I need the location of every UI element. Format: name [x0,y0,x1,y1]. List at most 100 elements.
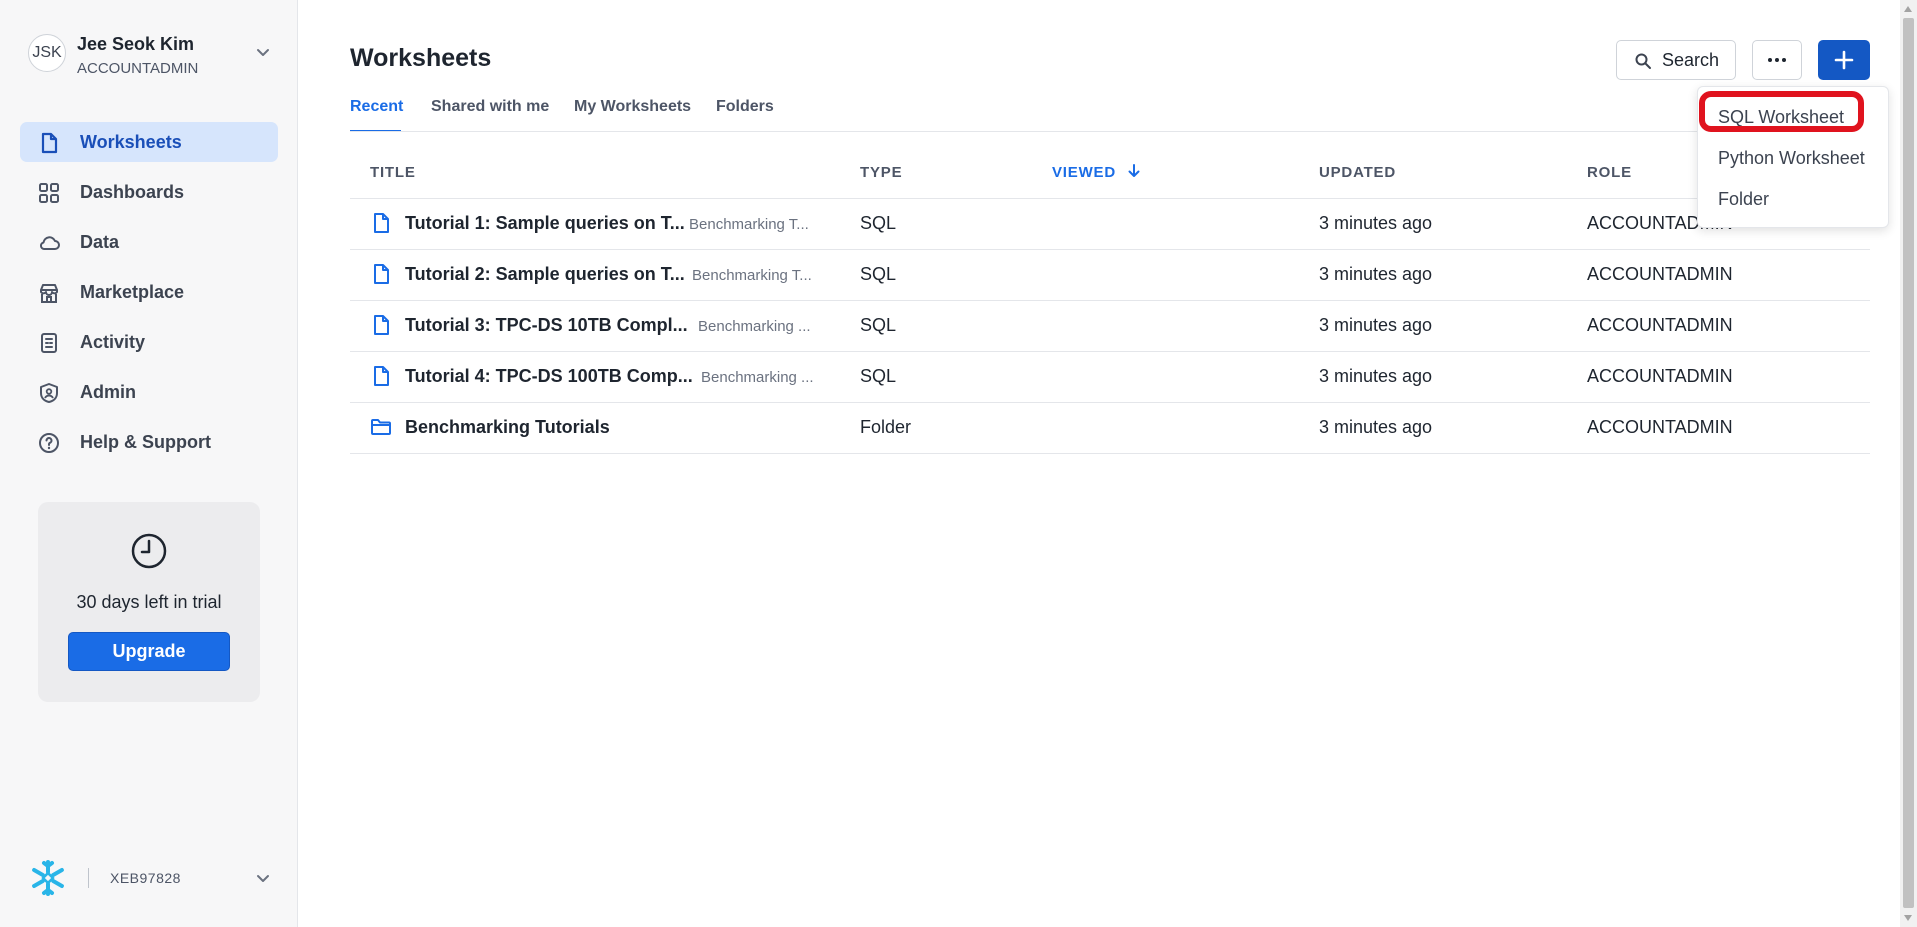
column-type[interactable]: TYPE [860,164,902,181]
row-title: Tutorial 1: Sample queries on T... [405,213,685,233]
sidebar-item-label: Activity [80,332,146,352]
divider [88,868,89,888]
sidebar-nav: Worksheets Dashboards Data Marketplace A… [20,122,278,472]
sidebar-item-marketplace[interactable]: Marketplace [20,272,278,312]
account-switcher[interactable]: XEB97828 [28,856,273,900]
sidebar-item-label: Help & Support [80,432,211,452]
row-role: ACCOUNTADMIN [1587,417,1733,437]
help-icon [39,433,59,453]
chevron-down-icon[interactable] [253,42,273,62]
row-role: ACCOUNTADMIN [1587,264,1733,284]
row-updated: 3 minutes ago [1319,417,1433,437]
row-role: ACCOUNTADMIN [1587,315,1733,335]
divider [350,131,1870,132]
search-icon [1635,53,1651,69]
row-type: SQL [860,264,897,284]
sidebar-item-help[interactable]: Help & Support [20,422,278,462]
account-id: XEB97828 [110,870,181,886]
row-folder: Benchmarking T... [692,267,812,284]
sidebar-item-dashboards[interactable]: Dashboards [20,172,278,212]
sidebar-item-label: Marketplace [80,282,185,302]
table-row[interactable]: Tutorial 3: TPC-DS 10TB Compl... Benchma… [350,301,1870,352]
column-role[interactable]: ROLE [1587,164,1632,181]
worksheets-table: TITLE TYPE VIEWED UPDATED ROLE Tutorial … [350,152,1870,454]
folder-icon [371,419,391,435]
row-folder: Benchmarking T... [689,216,809,233]
dashboards-icon [39,183,59,203]
row-updated: 3 minutes ago [1319,264,1433,284]
chevron-down-icon[interactable] [253,868,273,888]
column-updated[interactable]: UPDATED [1319,164,1396,181]
arrow-down-icon [1128,164,1140,177]
sidebar-item-worksheets[interactable]: Worksheets [20,122,278,162]
row-folder: Benchmarking ... [698,318,811,335]
menu-item-folder[interactable]: Folder [1718,189,1769,210]
activity-icon [41,333,57,353]
snowflake-logo-icon [32,860,64,896]
trial-card: 30 days left in trial Upgrade [38,502,260,702]
create-menu: SQL Worksheet Python Worksheet Folder [1697,86,1889,228]
shield-icon [40,383,58,403]
menu-item-python-worksheet[interactable]: Python Worksheet [1718,148,1865,169]
row-folder: Benchmarking ... [701,369,814,386]
user-role: ACCOUNTADMIN [77,60,199,77]
table-header: TITLE TYPE VIEWED UPDATED ROLE [350,152,1870,199]
clock-icon [131,533,167,569]
row-type: SQL [860,213,897,233]
row-updated: 3 minutes ago [1319,315,1433,335]
row-updated: 3 minutes ago [1319,213,1433,233]
sidebar-item-admin[interactable]: Admin [20,372,278,412]
page-title: Worksheets [350,44,492,72]
more-options-button[interactable] [1752,40,1802,80]
create-button[interactable] [1818,40,1870,80]
column-title[interactable]: TITLE [370,164,416,181]
row-title: Tutorial 4: TPC-DS 100TB Comp... [405,366,693,386]
sidebar-item-activity[interactable]: Activity [20,322,278,362]
tab-my-worksheets[interactable]: My Worksheets [574,98,691,116]
row-type: Folder [860,417,912,437]
row-updated: 3 minutes ago [1319,366,1433,386]
tab-folders[interactable]: Folders [716,98,774,116]
tab-shared-with-me[interactable]: Shared with me [431,98,549,116]
column-viewed-label: VIEWED [1052,164,1116,181]
row-type: SQL [860,315,897,335]
row-type: SQL [860,366,897,386]
user-menu[interactable]: JSK Jee Seok Kim ACCOUNTADMIN [28,28,273,83]
sidebar-item-data[interactable]: Data [20,222,278,262]
worksheet-file-icon [374,315,389,335]
scroll-up-icon[interactable] [1904,6,1912,12]
trial-days-left: 30 days left in trial [76,592,222,612]
search-button[interactable]: Search [1616,40,1736,80]
avatar: JSK [28,34,66,72]
sidebar-item-label: Admin [80,382,136,402]
store-icon [40,284,58,303]
row-title: Benchmarking Tutorials [405,417,610,437]
sidebar: JSK Jee Seok Kim ACCOUNTADMIN Worksheets… [0,0,298,927]
row-role: ACCOUNTADMIN [1587,366,1733,386]
worksheet-icon [41,132,58,154]
search-label: Search [1662,50,1720,70]
row-title: Tutorial 2: Sample queries on T... [405,264,685,284]
table-row[interactable]: Tutorial 1: Sample queries on T... Bench… [350,199,1870,250]
ellipsis-icon [1768,58,1786,62]
sidebar-item-label: Data [80,232,120,252]
plus-icon [1834,50,1854,70]
table-row[interactable]: Tutorial 2: Sample queries on T... Bench… [350,250,1870,301]
row-title: Tutorial 3: TPC-DS 10TB Compl... [405,315,688,335]
worksheet-file-icon [374,213,389,233]
sidebar-item-label: Worksheets [80,132,182,152]
table-row[interactable]: Benchmarking Tutorials Folder 3 minutes … [350,403,1870,454]
sidebar-item-label: Dashboards [80,182,185,202]
table-row[interactable]: Tutorial 4: TPC-DS 100TB Comp... Benchma… [350,352,1870,403]
upgrade-button[interactable]: Upgrade [68,632,230,671]
tab-recent[interactable]: Recent [350,98,403,116]
cloud-icon [39,236,60,250]
menu-item-sql-worksheet[interactable]: SQL Worksheet [1718,107,1844,128]
column-viewed[interactable]: VIEWED [1052,164,1141,181]
worksheet-file-icon [374,264,389,284]
worksheet-file-icon [374,366,389,386]
scroll-down-icon[interactable] [1904,915,1912,921]
user-name: Jee Seok Kim [77,34,195,54]
scrollbar[interactable] [1900,0,1917,927]
scrollbar-thumb[interactable] [1903,18,1914,908]
